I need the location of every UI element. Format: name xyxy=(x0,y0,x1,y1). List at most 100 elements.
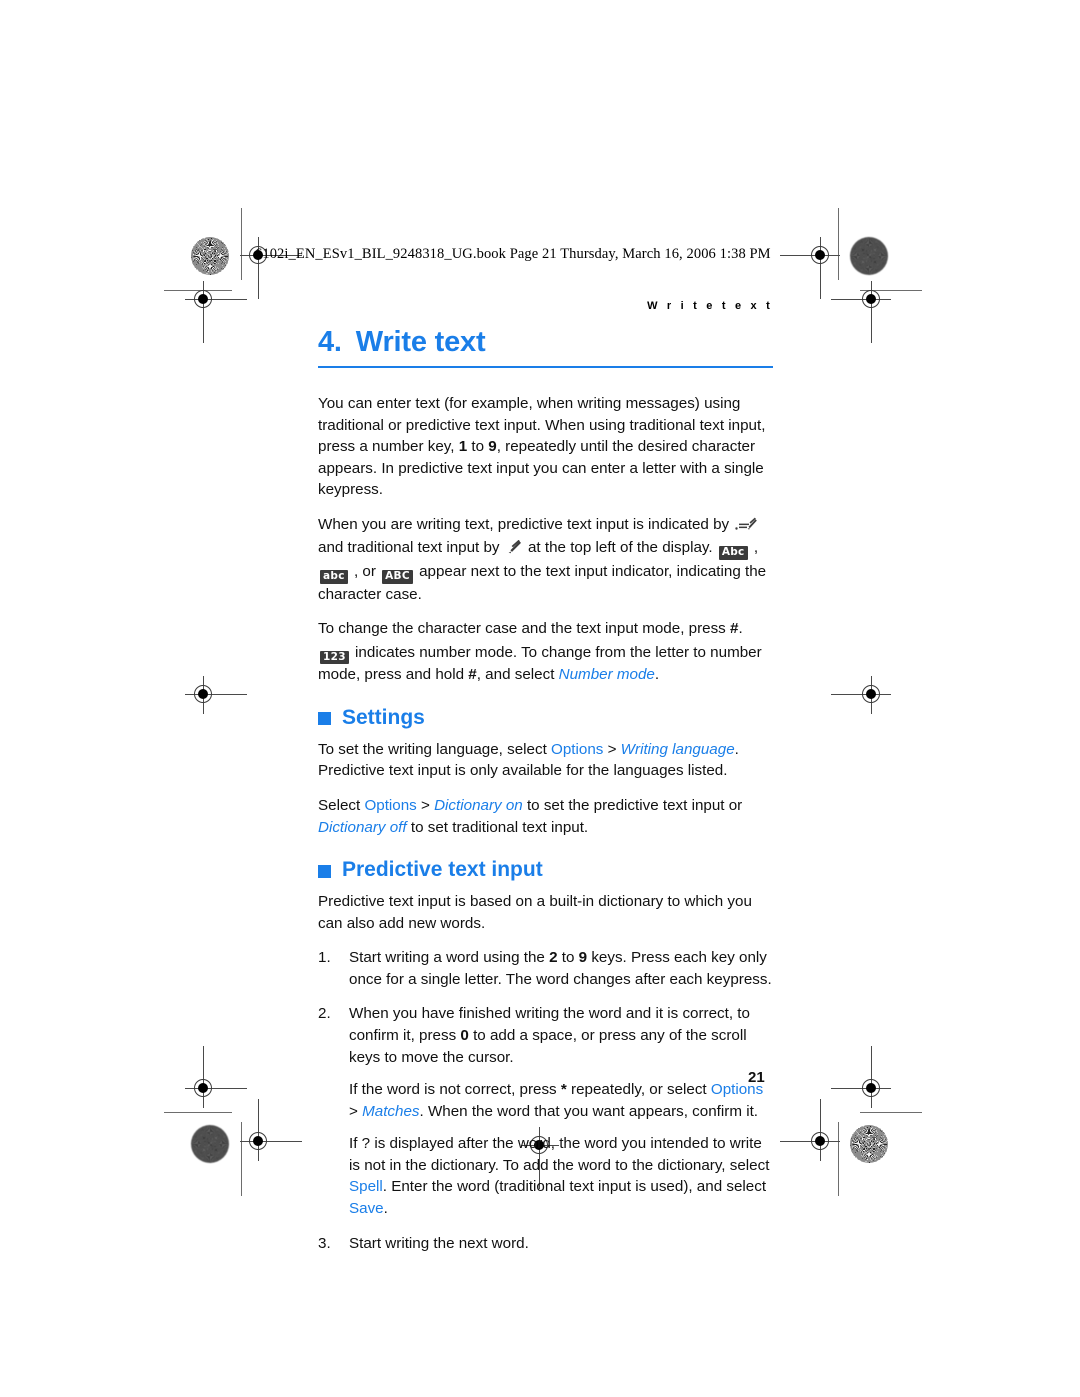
star-target-bottom-right xyxy=(850,1125,888,1163)
trim-line-bottom-right-vert xyxy=(838,1122,839,1196)
writing-language-menu-item: Writing language xyxy=(620,740,735,758)
list-item: 2. When you have finished writing the wo… xyxy=(318,1003,773,1219)
intro-paragraph-3: To change the character case and the tex… xyxy=(318,618,773,640)
intro-p3-part-b: . xyxy=(738,620,743,638)
intro-p2-sep-1: , xyxy=(749,539,759,557)
step-2-p2-part-d: . When the word that you want appears, c… xyxy=(419,1102,759,1120)
traditional-pen-icon xyxy=(506,539,522,561)
book-slug-line: 6102i_EN_ESv1_BIL_9248318_UG.book Page 2… xyxy=(255,246,771,262)
abc-upperfirst-badge: Abc xyxy=(718,546,748,560)
options-menu-label-2: Options xyxy=(364,796,417,814)
predictive-intro-paragraph: Predictive text input is based on a buil… xyxy=(318,893,752,932)
intro-p2-part-d: , or xyxy=(349,563,381,581)
section-heading-predictive: Predictive text input xyxy=(318,858,773,882)
bullet-square-icon xyxy=(318,712,331,726)
intro-p4-part-b: , and select xyxy=(476,666,559,684)
star-target-top-left xyxy=(191,237,229,275)
abc-uppercase-badge: ABC xyxy=(382,570,413,584)
settings-p1-part-c: . xyxy=(734,740,739,758)
settings-paragraph-1: To set the writing language, select Opti… xyxy=(318,739,773,782)
step-2-paragraph-3: If ? is displayed after the word, the wo… xyxy=(349,1133,773,1219)
trim-line-top-left-vert xyxy=(241,208,242,280)
predictive-steps-list: 1. Start writing a word using the 2 to 9… xyxy=(318,947,773,1254)
hash-key-label-2: # xyxy=(468,666,477,684)
section-heading-settings: Settings xyxy=(318,706,773,730)
settings-p1-part-a: To set the writing language, select xyxy=(318,740,552,758)
registration-mark-corner-bottom-right xyxy=(831,1046,891,1108)
dictionary-off-menu-item: Dictionary off xyxy=(318,818,407,836)
settings-p1-sep: > xyxy=(603,740,621,758)
intro-paragraph-1: You can enter text (for example, when wr… xyxy=(318,393,773,501)
registration-mark-corner-top-right xyxy=(831,281,891,343)
step-2-paragraph-1: When you have finished writing the word … xyxy=(349,1003,773,1068)
trim-line-top-right-vert xyxy=(838,208,839,280)
page-number: 21 xyxy=(748,1069,765,1086)
title-underline-rule xyxy=(318,366,773,368)
registration-mark-corner-bottom-left xyxy=(185,1046,247,1108)
registration-mark-bottom-inner-right xyxy=(780,1099,840,1161)
running-head: W r i t e t e x t xyxy=(647,300,773,312)
section-heading-settings-label: Settings xyxy=(342,705,425,729)
intro-paragraph-2: When you are writing text, predictive te… xyxy=(318,514,773,605)
page-content: W r i t e t e x t 4. Write text You can e… xyxy=(318,300,773,1267)
key-9-label-2: 9 xyxy=(578,949,588,967)
trim-line-bottom-left-vert xyxy=(241,1122,242,1196)
trim-line-bottom-left xyxy=(164,1112,232,1113)
matches-menu-item: Matches xyxy=(362,1102,420,1120)
trim-line-top-left xyxy=(164,290,232,291)
section-heading-predictive-label: Predictive text input xyxy=(342,858,543,882)
list-item: 1. Start writing a word using the 2 to 9… xyxy=(318,947,773,990)
star-target-top-right xyxy=(850,237,888,275)
number-mode-menu-item: Number mode xyxy=(558,666,655,684)
registration-mark-top-inner-right xyxy=(780,237,840,299)
key-2-label: 2 xyxy=(549,949,558,967)
step-2-p3-part-b: . Enter the word (traditional text input… xyxy=(382,1178,767,1196)
intro-p3-part-a: To change the character case and the tex… xyxy=(318,620,730,638)
intro-p1-part-b: to xyxy=(467,438,489,456)
intro-p2-part-a: When you are writing text, predictive te… xyxy=(318,515,734,533)
trim-line-top-right xyxy=(860,290,922,291)
intro-p2-part-b: and traditional text input by xyxy=(318,539,504,557)
page-title: 4. Write text xyxy=(318,326,773,366)
registration-mark-mid-left xyxy=(185,676,247,714)
intro-p2-part-c: at the top left of the display. xyxy=(523,539,717,557)
step-2-p2-part-a: If the word is not correct, press xyxy=(349,1081,561,1099)
save-menu-item: Save xyxy=(349,1200,384,1218)
step-2-p3-part-c: . xyxy=(383,1200,388,1218)
intro-paragraph-4: 123 indicates number mode. To change fro… xyxy=(318,642,773,686)
step-3-paragraph: Start writing the next word. xyxy=(349,1234,529,1252)
registration-mark-corner-top-left xyxy=(185,281,247,343)
settings-p1-part-d: Predictive text input is only available … xyxy=(318,762,728,780)
step-2-paragraph-2: If the word is not correct, press * repe… xyxy=(349,1079,773,1122)
spell-menu-item: Spell xyxy=(349,1178,383,1196)
step-2-p2-part-b: repeatedly, or select xyxy=(566,1081,711,1099)
bullet-square-icon-2 xyxy=(318,864,331,878)
key-1-label: 1 xyxy=(458,438,468,456)
step-2-p2-sep: > xyxy=(349,1102,363,1120)
settings-p2-part-d: to set traditional text input. xyxy=(406,818,589,836)
settings-p2-part-a: Select xyxy=(318,796,365,814)
step-marker-3: 3. xyxy=(318,1234,331,1252)
options-menu-label-1: Options xyxy=(551,740,604,758)
settings-p2-part-c: to set the predictive text input or xyxy=(522,796,743,814)
registration-mark-mid-right xyxy=(831,676,891,714)
step-marker-2: 2. xyxy=(318,1005,331,1023)
registration-mark-bottom-inner-left xyxy=(240,1099,302,1161)
trim-line-bottom-right xyxy=(860,1112,922,1113)
key-9-label: 9 xyxy=(488,438,497,456)
step-2-p3-part-a: If ? is displayed after the word, the wo… xyxy=(349,1135,770,1174)
key-0-label: 0 xyxy=(460,1026,469,1044)
step-1-paragraph: Start writing a word using the 2 to 9 ke… xyxy=(349,947,773,990)
intro-p4-part-c: . xyxy=(654,666,660,684)
abc-lowercase-badge: abc xyxy=(320,570,348,584)
step-marker-1: 1. xyxy=(318,949,331,967)
step-1-part-b: to xyxy=(557,949,579,967)
predictive-pen-icon xyxy=(735,516,758,538)
settings-p2-sep: > xyxy=(416,796,435,814)
chapter-title-text: Write text xyxy=(355,326,486,358)
step-1-part-a: Start writing a word using the xyxy=(349,949,550,967)
number-mode-123-badge: 123 xyxy=(320,650,349,665)
star-target-bottom-left xyxy=(191,1125,229,1163)
chapter-number: 4. xyxy=(318,326,342,358)
list-item: 3. Start writing the next word. xyxy=(318,1233,773,1255)
